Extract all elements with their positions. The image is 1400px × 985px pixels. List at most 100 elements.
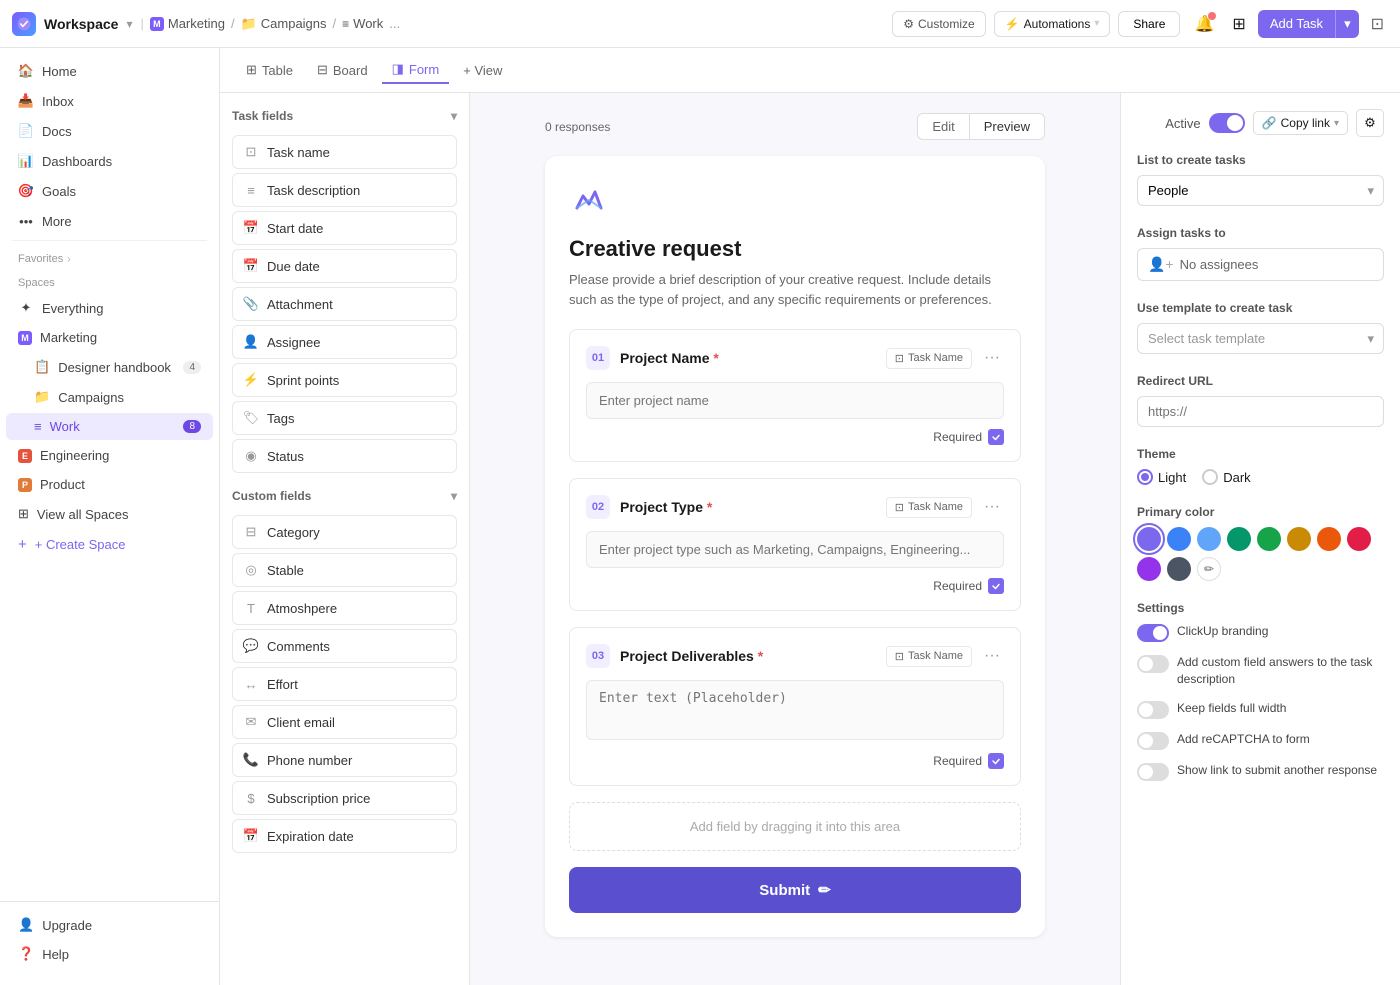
field-expiration-date[interactable]: 📅 Expiration date (232, 819, 457, 853)
sidebar-item-home[interactable]: 🏠 Home (6, 57, 213, 85)
field-task-name[interactable]: ⊡ Task name (232, 135, 457, 169)
color-swatch-8[interactable] (1137, 557, 1161, 581)
redirect-url-input[interactable] (1137, 396, 1384, 427)
color-swatch-5[interactable] (1287, 527, 1311, 551)
sidebar-item-goals[interactable]: 🎯 Goals (6, 177, 213, 205)
custom-fields-chevron[interactable]: ▾ (451, 489, 457, 503)
custom-field-answers-toggle[interactable] (1137, 655, 1169, 673)
customize-button[interactable]: ⚙ Customize (892, 11, 985, 37)
breadcrumb-more[interactable]: ... (389, 16, 400, 31)
add-task-button[interactable]: Add Task ▾ (1258, 10, 1359, 38)
template-select[interactable]: Select task template (1137, 323, 1384, 354)
field-atmosphere[interactable]: T Atmoshpere (232, 591, 457, 625)
help-button[interactable]: ❓ Help (6, 940, 213, 968)
field-3-required-checkbox[interactable] (988, 753, 1004, 769)
upgrade-button[interactable]: 👤 Upgrade (6, 911, 213, 939)
sidebar-item-product[interactable]: P Product (6, 471, 213, 498)
form-field-3: 03 Project Deliverables * ⊡ Task Name (569, 627, 1021, 786)
doc-icon: 📋 (34, 359, 50, 375)
sidebar-item-marketing[interactable]: M Marketing (6, 324, 213, 351)
spaces-label: Spaces (0, 269, 219, 293)
field-comments[interactable]: 💬 Comments (232, 629, 457, 663)
sidebar-item-designer-handbook[interactable]: 📋 Designer handbook 4 (6, 353, 213, 381)
sidebar-item-everything[interactable]: ✦ Everything (6, 294, 213, 322)
notification-icon[interactable]: 🔔 (1188, 8, 1220, 40)
task-fields-chevron[interactable]: ▾ (451, 109, 457, 123)
list-select[interactable]: People (1137, 175, 1384, 206)
full-width-toggle[interactable] (1137, 701, 1169, 719)
field-1-menu[interactable]: ··· (980, 347, 1004, 369)
field-status[interactable]: ◉ Status (232, 439, 457, 473)
breadcrumb-campaigns[interactable]: 📁 Campaigns (241, 16, 327, 32)
edit-button[interactable]: Edit (918, 114, 969, 139)
sidebar-item-work[interactable]: ≡ Work 8 (6, 413, 213, 440)
field-phone-number[interactable]: 📞 Phone number (232, 743, 457, 777)
assignee-selector[interactable]: 👤+ No assignees (1137, 248, 1384, 281)
field-stable[interactable]: ◎ Stable (232, 553, 457, 587)
color-swatch-6[interactable] (1317, 527, 1341, 551)
field-3-input[interactable] (586, 680, 1004, 740)
tab-table[interactable]: ⊞ Table (236, 57, 303, 83)
settings-icon: ⚙ (1364, 115, 1376, 131)
field-2-menu[interactable]: ··· (980, 496, 1004, 518)
color-swatch-0[interactable] (1137, 527, 1161, 551)
copy-link-button[interactable]: 🔗 Copy link ▾ (1253, 111, 1348, 135)
automations-button[interactable]: ⚡ Automations ▾ (994, 11, 1111, 37)
field-3-menu[interactable]: ··· (980, 645, 1004, 667)
sidebar-item-campaigns[interactable]: 📁 Campaigns (6, 383, 213, 411)
field-effort[interactable]: ↔ Effort (232, 667, 457, 701)
form-settings-button[interactable]: ⚙ (1356, 109, 1384, 137)
submit-button[interactable]: Submit ✏ (569, 867, 1021, 913)
tab-form[interactable]: ◨ Form (382, 56, 450, 84)
field-2-input[interactable] (586, 531, 1004, 568)
field-1-input[interactable] (586, 382, 1004, 419)
theme-light-option[interactable]: Light (1137, 469, 1186, 485)
workspace-name[interactable]: Workspace (44, 16, 118, 32)
sidebar-item-docs[interactable]: 📄 Docs (6, 117, 213, 145)
color-swatch-3[interactable] (1227, 527, 1251, 551)
workspace-chevron[interactable]: ▾ (126, 17, 132, 31)
tab-board[interactable]: ⊟ Board (307, 57, 378, 83)
theme-dark-option[interactable]: Dark (1202, 469, 1250, 485)
field-2-required-checkbox[interactable] (988, 578, 1004, 594)
sidebar-item-engineering[interactable]: E Engineering (6, 442, 213, 469)
field-client-email[interactable]: ✉ Client email (232, 705, 457, 739)
task-name-icon: ⊡ (243, 144, 259, 160)
field-sprint-points[interactable]: ⚡ Sprint points (232, 363, 457, 397)
share-button[interactable]: Share (1118, 11, 1180, 37)
theme-section: Theme Light Dark (1137, 447, 1384, 485)
color-swatch-7[interactable] (1347, 527, 1371, 551)
color-swatch-2[interactable] (1197, 527, 1221, 551)
field-attachment[interactable]: 📎 Attachment (232, 287, 457, 321)
sidebar-create-space[interactable]: + + Create Space (6, 530, 213, 559)
preview-button[interactable]: Preview (970, 114, 1044, 139)
field-tags[interactable]: 🏷 Tags (232, 401, 457, 435)
sidebar-item-view-spaces[interactable]: ⊞ View all Spaces (6, 500, 213, 528)
email-icon: ✉ (243, 714, 259, 730)
sidebar-item-more[interactable]: ••• More (6, 207, 213, 235)
field-assignee[interactable]: 👤 Assignee (232, 325, 457, 359)
grid-view-icon[interactable]: ⊞ (1228, 10, 1249, 38)
field-category[interactable]: ⊟ Category (232, 515, 457, 549)
sidebar-item-dashboards[interactable]: 📊 Dashboards (6, 147, 213, 175)
field-subscription-price[interactable]: $ Subscription price (232, 781, 457, 815)
breadcrumb-work[interactable]: ≡ Work (342, 16, 383, 31)
field-1-required-checkbox[interactable] (988, 429, 1004, 445)
active-toggle[interactable] (1209, 113, 1245, 133)
field-due-date[interactable]: 📅 Due date (232, 249, 457, 283)
everything-icon: ✦ (18, 300, 34, 316)
clickup-branding-toggle[interactable] (1137, 624, 1169, 642)
submit-link-toggle[interactable] (1137, 763, 1169, 781)
color-picker-button[interactable]: ✏ (1197, 557, 1221, 581)
field-start-date[interactable]: 📅 Start date (232, 211, 457, 245)
breadcrumb-marketing[interactable]: M Marketing (150, 16, 225, 31)
color-swatch-4[interactable] (1257, 527, 1281, 551)
color-swatch-9[interactable] (1167, 557, 1191, 581)
sidebar-item-inbox[interactable]: 📥 Inbox (6, 87, 213, 115)
layout-toggle-icon[interactable]: ⊡ (1367, 10, 1388, 38)
workspace-logo[interactable] (12, 12, 36, 36)
recaptcha-toggle[interactable] (1137, 732, 1169, 750)
tab-add-view[interactable]: + View (453, 58, 512, 83)
color-swatch-1[interactable] (1167, 527, 1191, 551)
field-task-description[interactable]: ≡ Task description (232, 173, 457, 207)
